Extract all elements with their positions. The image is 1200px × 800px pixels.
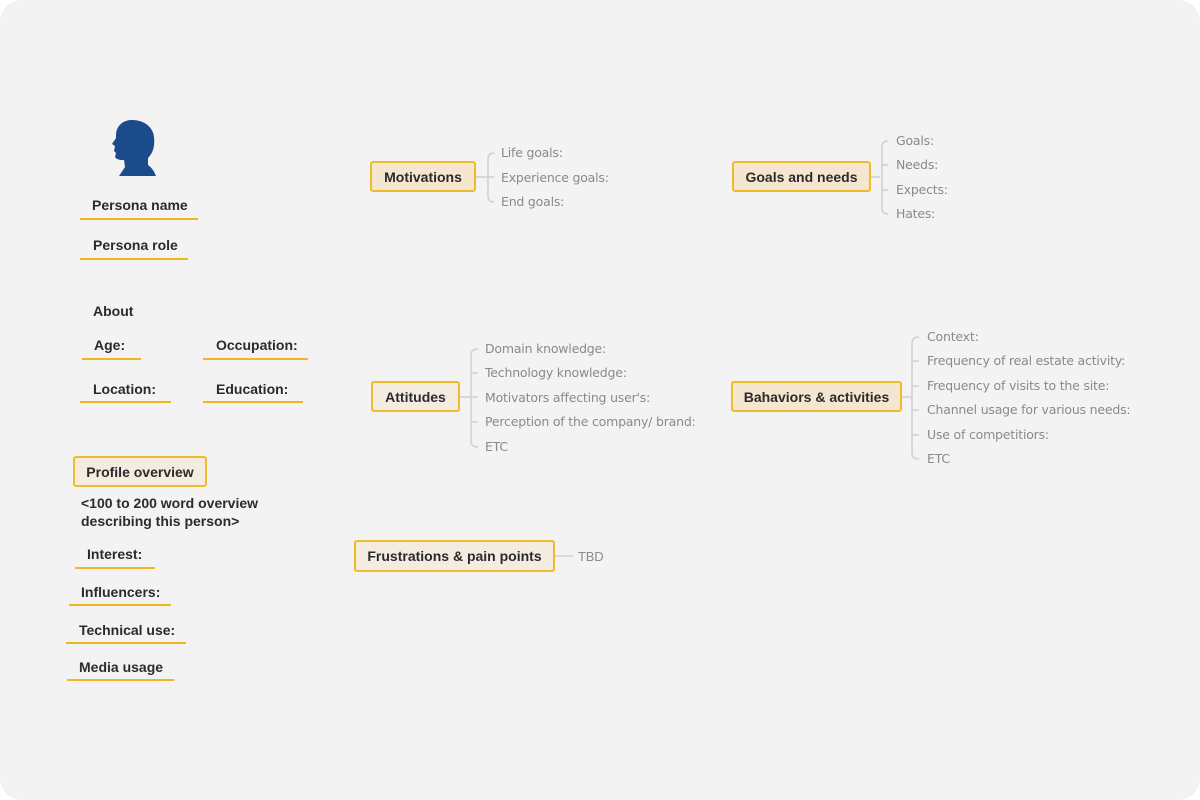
goals-needs-node[interactable]: Goals and needs xyxy=(732,161,871,192)
attitudes-label: Attitudes xyxy=(385,388,446,405)
motivations-item[interactable]: Life goals: xyxy=(501,145,563,160)
behaviors-label: Bahaviors & activities xyxy=(743,388,890,405)
interest-underline xyxy=(75,567,155,569)
about-heading: About xyxy=(93,303,134,319)
technical-use-label[interactable]: Technical use: xyxy=(79,622,175,638)
overview-line-1: <100 to 200 word overview xyxy=(81,495,259,511)
person-head-silhouette-icon xyxy=(106,118,158,178)
attitudes-item[interactable]: ETC xyxy=(485,439,508,454)
media-usage-label[interactable]: Media usage xyxy=(79,659,163,675)
profile-overview-text[interactable]: <100 to 200 word overview describing thi… xyxy=(81,494,258,530)
goals-needs-item[interactable]: Expects: xyxy=(896,182,948,197)
motivations-node[interactable]: Motivations xyxy=(370,161,476,192)
occupation-label[interactable]: Occupation: xyxy=(216,337,298,353)
age-label[interactable]: Age: xyxy=(94,337,125,353)
persona-name-underline xyxy=(80,218,198,220)
motivations-item[interactable]: Experience goals: xyxy=(501,170,609,185)
connector-motivations xyxy=(476,152,495,203)
attitudes-item[interactable]: Motivators affecting user's: xyxy=(485,390,650,405)
frustrations-node[interactable]: Frustrations & pain points xyxy=(354,540,555,572)
frustrations-item[interactable]: TBD xyxy=(578,549,604,564)
influencers-underline xyxy=(69,604,171,606)
goals-needs-label: Goals and needs xyxy=(745,168,858,185)
media-usage-underline xyxy=(67,679,174,681)
frustrations-label: Frustrations & pain points xyxy=(367,548,542,564)
behaviors-item[interactable]: Channel usage for various needs: xyxy=(927,402,1131,417)
technical-use-underline xyxy=(66,642,186,644)
goals-needs-item[interactable]: Hates: xyxy=(896,206,935,221)
interest-label[interactable]: Interest: xyxy=(87,546,142,562)
goals-needs-item[interactable]: Needs: xyxy=(896,157,938,172)
location-label[interactable]: Location: xyxy=(93,381,156,397)
motivations-item[interactable]: End goals: xyxy=(501,194,564,209)
behaviors-item[interactable]: ETC xyxy=(927,451,950,466)
attitudes-item[interactable]: Domain knowledge: xyxy=(485,341,606,356)
education-underline xyxy=(203,401,303,403)
persona-role-label[interactable]: Persona role xyxy=(93,237,178,253)
connector-behaviors xyxy=(902,336,920,460)
location-underline xyxy=(80,401,171,403)
occupation-underline xyxy=(203,358,308,360)
behaviors-item[interactable]: Frequency of real estate activity: xyxy=(927,353,1125,368)
profile-overview-label: Profile overview xyxy=(86,463,194,480)
behaviors-item[interactable]: Context: xyxy=(927,329,979,344)
education-label[interactable]: Education: xyxy=(216,381,288,397)
motivations-label: Motivations xyxy=(384,168,462,185)
behaviors-item[interactable]: Use of competitiors: xyxy=(927,427,1049,442)
goals-needs-item[interactable]: Goals: xyxy=(896,133,934,148)
overview-line-2: describing this person> xyxy=(81,513,240,529)
connector-goals-needs xyxy=(871,140,889,215)
behaviors-item[interactable]: Frequency of visits to the site: xyxy=(927,378,1109,393)
behaviors-node[interactable]: Bahaviors & activities xyxy=(731,381,902,412)
attitudes-item[interactable]: Perception of the company/ brand: xyxy=(485,414,696,429)
influencers-label[interactable]: Influencers: xyxy=(81,584,160,600)
mindmap-canvas: Persona name Persona role About Age: Occ… xyxy=(0,0,1200,800)
persona-role-underline xyxy=(80,258,188,260)
age-underline xyxy=(82,358,141,360)
attitudes-item[interactable]: Technology knowledge: xyxy=(485,365,627,380)
connector-attitudes xyxy=(460,348,479,448)
persona-name-label[interactable]: Persona name xyxy=(92,197,188,213)
profile-overview-node[interactable]: Profile overview xyxy=(73,456,207,487)
attitudes-node[interactable]: Attitudes xyxy=(371,381,460,412)
